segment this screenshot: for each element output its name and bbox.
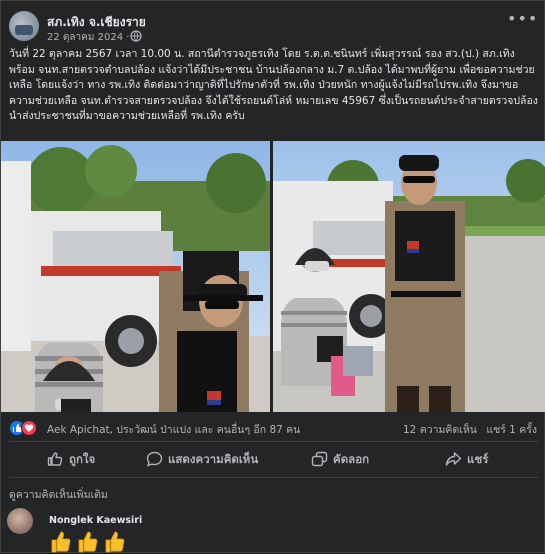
photo-left[interactable] xyxy=(1,141,270,412)
divider xyxy=(9,441,538,442)
divider xyxy=(9,477,538,478)
thumb-up-icon xyxy=(47,452,63,466)
photo-grid xyxy=(1,141,545,412)
comment-icon xyxy=(146,451,163,467)
more-options-icon[interactable]: ••• xyxy=(507,11,537,31)
post-stats: 12 ความคิดเห็น แชร์ 1 ครั้ง xyxy=(397,421,537,438)
post-timestamp[interactable]: 22 ตุลาคม 2024 · xyxy=(47,30,129,45)
reaction-icons[interactable] xyxy=(9,420,45,436)
share-icon xyxy=(445,452,462,466)
thumbs-up-emoji xyxy=(51,531,125,553)
reaction-names[interactable]: Aek Apichat, ประวัฒน์ ป่าแปง และ คนอื่นๆ… xyxy=(47,421,300,438)
share-count[interactable]: แชร์ 1 ครั้ง xyxy=(486,424,537,436)
page-avatar[interactable] xyxy=(9,11,39,41)
view-more-comments-link[interactable]: ดูความคิดเห็นเพิ่มเติม xyxy=(9,486,108,503)
globe-icon xyxy=(130,30,142,42)
share-label: แชร์ xyxy=(467,452,489,466)
photo-right-image xyxy=(273,141,545,412)
copy-label: คัดลอก xyxy=(333,452,370,466)
photo-right[interactable] xyxy=(273,141,545,412)
commenter-avatar[interactable] xyxy=(7,508,33,534)
post-text: วันที่ 22 ตุลาคม 2567 เวลา 10.00 น. สถาน… xyxy=(9,48,538,122)
photo-left-image xyxy=(1,141,270,412)
action-bar: ถูกใจ แสดงความคิดเห็น คัดลอก แชร์ xyxy=(9,444,538,474)
comment-count[interactable]: 12 ความคิดเห็น xyxy=(403,424,477,436)
post-header: สภ.เทิง จ.เชียงราย 22 ตุลาคม 2024 · ••• xyxy=(9,11,539,51)
post-card: สภ.เทิง จ.เชียงราย 22 ตุลาคม 2024 · ••• … xyxy=(0,0,545,553)
reaction-bar: Aek Apichat, ประวัฒน์ ป่าแปง และ คนอื่นๆ… xyxy=(9,420,539,438)
like-label: ถูกใจ xyxy=(69,452,96,466)
love-reaction-icon xyxy=(21,420,37,436)
comment-label: แสดงความคิดเห็น xyxy=(168,452,259,466)
copy-icon xyxy=(311,451,328,467)
commenter-name[interactable]: Nonglek Kaewsiri xyxy=(49,515,142,526)
